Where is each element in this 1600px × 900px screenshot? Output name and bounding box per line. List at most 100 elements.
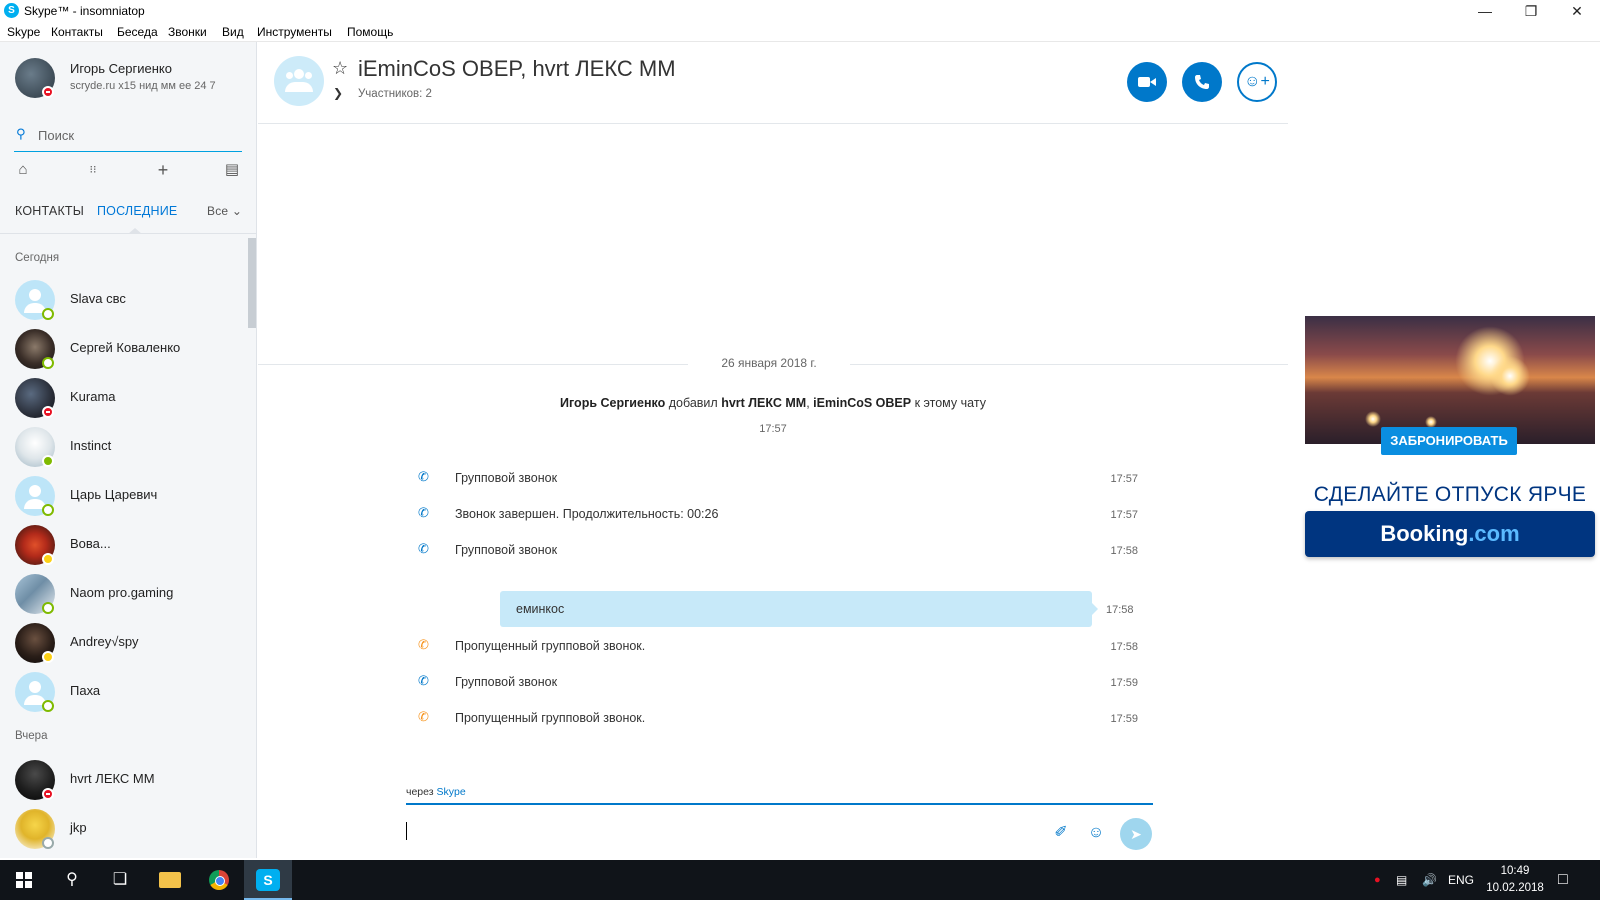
chrome-icon[interactable] bbox=[195, 860, 243, 900]
search-icon: ⚲ bbox=[16, 126, 26, 141]
sidebar-scrollbar[interactable] bbox=[248, 238, 256, 328]
ad-book-button[interactable]: ЗАБРОНИРОВАТЬ bbox=[1381, 427, 1517, 455]
home-icon[interactable]: ⌂ bbox=[13, 160, 33, 180]
call-event[interactable]: ✆ Групповой звонок 17:57 bbox=[418, 467, 1138, 491]
menu-calls[interactable]: Звонки bbox=[168, 25, 207, 39]
call-event[interactable]: ✆ Звонок завершен. Продолжительность: 00… bbox=[418, 503, 1138, 527]
filter-dropdown[interactable]: Все ⌄ bbox=[207, 204, 242, 218]
add-icon[interactable]: + bbox=[153, 160, 173, 180]
language-indicator[interactable]: ENG bbox=[1448, 860, 1474, 900]
call-ended-icon: ✆ bbox=[418, 505, 429, 520]
call-event[interactable]: ✆ Пропущенный групповой звонок. 17:59 bbox=[418, 707, 1138, 731]
list-item[interactable]: Вова... bbox=[0, 521, 247, 569]
clock-time: 10:49 bbox=[1500, 865, 1530, 877]
window-title: Skype™ - insomniatop bbox=[24, 4, 145, 18]
contact-name: Сергей Коваленко bbox=[70, 340, 181, 355]
volume-icon[interactable]: 🔊 bbox=[1422, 860, 1437, 900]
sidebar: Игорь Сергиенко scryde.ru x15 нид мм ее … bbox=[0, 42, 257, 858]
contact-name: Instinct bbox=[70, 438, 112, 453]
participants-count[interactable]: Участников: 2 bbox=[358, 88, 432, 100]
online-status-icon bbox=[42, 602, 54, 614]
via-skype-link[interactable]: Skype bbox=[437, 786, 466, 798]
divider bbox=[850, 364, 1288, 365]
active-tab-indicator bbox=[128, 228, 142, 234]
composer-divider bbox=[406, 803, 1153, 805]
call-event[interactable]: ✆ Пропущенный групповой звонок. 17:58 bbox=[418, 635, 1138, 659]
task-view-icon[interactable]: ❏ bbox=[96, 860, 144, 900]
filter-label: Все bbox=[207, 204, 229, 218]
send-button[interactable]: ➤ bbox=[1120, 818, 1152, 850]
audio-call-button[interactable] bbox=[1182, 62, 1222, 102]
event-time: 17:57 bbox=[1110, 473, 1138, 485]
list-item[interactable]: hvrt ЛЕКС MM bbox=[0, 756, 247, 804]
menu-conversation[interactable]: Беседа bbox=[117, 25, 158, 39]
incoming-call-icon: ✆ bbox=[418, 469, 429, 484]
chevron-right-icon[interactable]: ❯ bbox=[333, 86, 343, 100]
contacts-book-icon[interactable]: ▤ bbox=[222, 160, 242, 180]
clock[interactable]: 10:49 10.02.2018 bbox=[1480, 863, 1550, 897]
list-item[interactable]: Царь Царевич bbox=[0, 472, 247, 520]
dnd-status-icon bbox=[42, 86, 54, 98]
missed-call-icon: ✆ bbox=[418, 637, 429, 652]
ad-headline[interactable]: СДЕЛАЙТЕ ОТПУСК ЯРЧЕ bbox=[1305, 483, 1595, 507]
attach-icon[interactable]: ✐ bbox=[1050, 822, 1072, 844]
event-time: 17:58 bbox=[1110, 641, 1138, 653]
event-text: Групповой звонок bbox=[455, 471, 558, 485]
star-icon[interactable]: ☆ bbox=[332, 58, 348, 79]
message-bubble[interactable]: еминкос bbox=[500, 591, 1092, 627]
call-event[interactable]: ✆ Групповой звонок 17:58 bbox=[418, 539, 1138, 563]
event-time: 17:57 bbox=[1110, 509, 1138, 521]
video-call-button[interactable] bbox=[1127, 62, 1167, 102]
minimize-button[interactable]: — bbox=[1462, 0, 1508, 22]
menu-view[interactable]: Вид bbox=[222, 25, 244, 39]
logo-main: Booking bbox=[1380, 521, 1469, 546]
menu-help[interactable]: Помощь bbox=[347, 25, 393, 39]
list-item[interactable]: Instinct bbox=[0, 423, 247, 471]
group-avatar-icon[interactable] bbox=[274, 56, 324, 106]
skype-icon: S bbox=[4, 3, 19, 18]
message-input[interactable] bbox=[406, 808, 1006, 848]
profile-mood[interactable]: scryde.ru x15 нид мм ее 24 7 bbox=[70, 80, 216, 92]
close-button[interactable]: ✕ bbox=[1554, 0, 1600, 22]
online-status-icon bbox=[42, 455, 54, 467]
list-item[interactable]: Паха bbox=[0, 668, 247, 716]
conversation-title[interactable]: iEminCoS OBEP, hvrt ЛЕКС MM bbox=[358, 56, 676, 82]
system-message: Игорь Сергиенко добавил hvrt ЛЕКС MM, iE… bbox=[258, 396, 1288, 410]
clock-date: 10.02.2018 bbox=[1486, 882, 1544, 894]
booking-logo[interactable]: Booking.com bbox=[1305, 511, 1595, 557]
ad-image[interactable] bbox=[1305, 316, 1595, 444]
via-label: через Skype bbox=[406, 786, 466, 798]
call-event[interactable]: ✆ Групповой звонок 17:59 bbox=[418, 671, 1138, 695]
network-icon[interactable]: ▤ bbox=[1396, 860, 1407, 900]
list-item[interactable]: Kurama bbox=[0, 374, 247, 422]
search-icon[interactable]: ⚲ bbox=[48, 860, 96, 900]
list-item[interactable]: Сергей Коваленко bbox=[0, 325, 247, 373]
list-item[interactable]: Naom pro.gaming bbox=[0, 570, 247, 618]
search-input[interactable] bbox=[38, 124, 238, 146]
profile-name[interactable]: Игорь Сергиенко bbox=[70, 61, 172, 76]
contact-name: Вова... bbox=[70, 536, 111, 551]
contact-name: Kurama bbox=[70, 389, 116, 404]
menu-skype[interactable]: Skype bbox=[7, 25, 40, 39]
maximize-button[interactable]: ❐ bbox=[1508, 0, 1554, 22]
tab-recent[interactable]: ПОСЛЕДНИЕ bbox=[97, 204, 177, 218]
text-caret bbox=[406, 822, 407, 840]
emoticon-icon[interactable]: ☺ bbox=[1085, 822, 1107, 844]
missed-call-icon: ✆ bbox=[418, 709, 429, 724]
file-explorer-icon[interactable] bbox=[146, 860, 194, 900]
contact-name: hvrt ЛЕКС MM bbox=[70, 771, 155, 786]
contact-name: Царь Царевич bbox=[70, 487, 158, 502]
list-item[interactable]: Andrey√spy bbox=[0, 619, 247, 667]
list-item[interactable]: jkp bbox=[0, 805, 247, 853]
menu-contacts[interactable]: Контакты bbox=[51, 25, 103, 39]
tab-contacts[interactable]: КОНТАКТЫ bbox=[15, 204, 84, 218]
notifications-icon[interactable]: □ bbox=[1558, 860, 1568, 900]
skype-taskbar-icon[interactable]: S bbox=[244, 860, 292, 900]
event-time: 17:58 bbox=[1110, 545, 1138, 557]
dialpad-icon[interactable]: ⁝⁝ bbox=[83, 160, 103, 180]
menu-tools[interactable]: Инструменты bbox=[257, 25, 332, 39]
skype-tray-icon[interactable]: ● bbox=[1374, 860, 1381, 900]
add-people-button[interactable]: ☺+ bbox=[1237, 62, 1277, 102]
list-item[interactable]: Slava свс bbox=[0, 276, 247, 324]
windows-start-icon[interactable] bbox=[0, 860, 48, 900]
